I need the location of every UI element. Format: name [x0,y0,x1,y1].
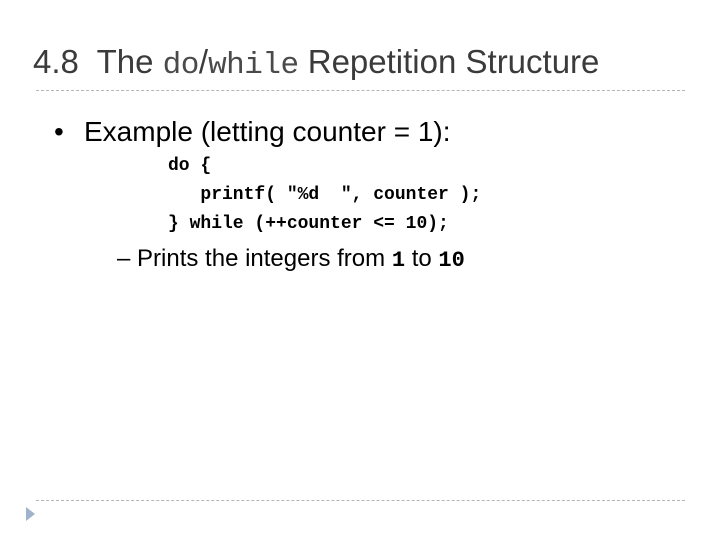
code-line-1: do { [168,156,212,176]
title-suffix: Repetition Structure [307,43,600,80]
title-slash: / [198,43,209,80]
slide-title: 4.8 The do/while Repetition Structure [33,40,599,88]
bullet-item: • Example (letting counter = 1): [54,114,451,150]
bullet-text: Example (letting counter = 1): [84,116,451,147]
code-line-2: printf( "%d ", counter ); [168,185,482,205]
title-code-do: do [162,48,200,83]
footer-divider [36,500,685,501]
bullet-symbol: • [54,116,64,147]
title-prefix: The [96,43,154,80]
title-code-while: while [208,48,299,83]
code-line-3: } while (++counter <= 10); [168,214,449,234]
sub-bullet-dash: – [117,245,131,272]
sub-bullet-value-from: 1 [391,248,406,273]
sub-bullet-text-before: Prints the integers from [137,245,386,272]
triangle-right-icon [26,507,35,521]
title-number: 4.8 [33,43,79,80]
sub-bullet-text-middle: to [411,245,432,272]
title-divider [36,90,685,91]
sub-bullet-item: – Prints the integers from 1 to 10 [117,242,465,278]
sub-bullet-value-to: 10 [438,248,465,273]
